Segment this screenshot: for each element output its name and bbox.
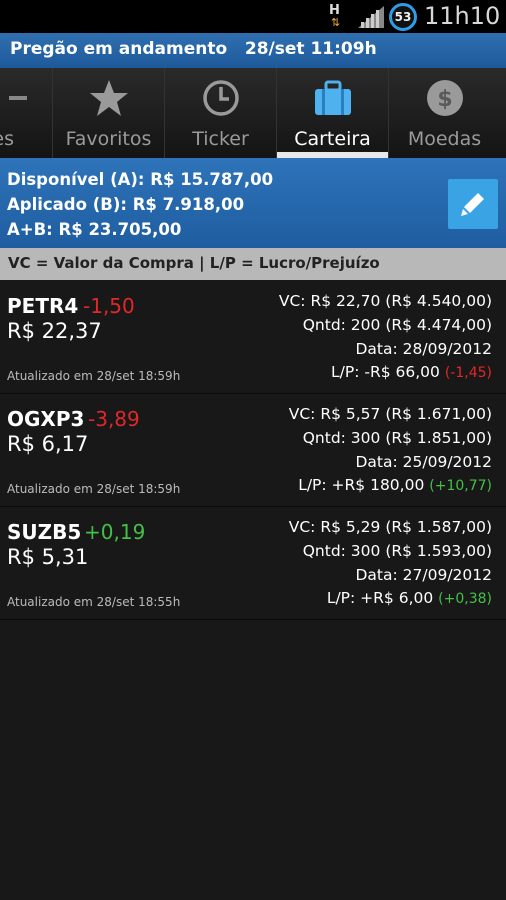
tab-label: Carteira xyxy=(294,128,371,150)
legend-bar: VC = Valor da Compra | L/P = Lucro/Preju… xyxy=(0,248,506,280)
profit-loss-value: L/P: -R$ 66,00 xyxy=(331,363,440,381)
purchase-date: Data: 28/09/2012 xyxy=(355,340,493,358)
tab-ticker[interactable]: Ticker xyxy=(164,68,276,158)
purchase-date: Data: 25/09/2012 xyxy=(355,453,493,471)
profit-loss: L/P: +R$ 180,00 (+10,77) xyxy=(298,476,492,494)
profit-loss: L/P: +R$ 6,00 (+0,38) xyxy=(327,589,492,607)
data-activity-icon: ⇅ xyxy=(331,16,340,29)
quantity: Qntd: 300 (R$ 1.851,00) xyxy=(302,429,492,447)
purchase-date: Data: 27/09/2012 xyxy=(355,566,493,584)
tab-bar: es Favoritos Ticker Carteira $ Moedas xyxy=(0,68,506,158)
profit-loss-percent: (-1,45) xyxy=(444,365,492,381)
purchase-value: VC: R$ 5,57 (R$ 1.671,00) xyxy=(288,405,492,423)
tab-carteira[interactable]: Carteira xyxy=(276,68,388,158)
stock-change: -1,50 xyxy=(83,294,135,318)
pencil-icon xyxy=(461,193,484,216)
total-amount: A+B: R$ 23.705,00 xyxy=(7,220,182,239)
profit-loss: L/P: -R$ 66,00 (-1,45) xyxy=(331,363,492,381)
updated-time: Atualizado em 28/set 18:55h xyxy=(7,595,181,609)
quantity: Qntd: 200 (R$ 4.474,00) xyxy=(302,316,492,334)
clock-time: 11h10 xyxy=(424,2,501,30)
tab-label: Ticker xyxy=(192,128,249,150)
tab-favoritos[interactable]: Favoritos xyxy=(52,68,164,158)
profit-loss-value: L/P: +R$ 180,00 xyxy=(298,476,425,494)
updated-time: Atualizado em 28/set 18:59h xyxy=(7,482,181,496)
tab-moedas[interactable]: $ Moedas xyxy=(388,68,500,158)
cut-off-icon xyxy=(9,96,27,100)
quantity: Qntd: 300 (R$ 1.593,00) xyxy=(302,542,492,560)
tab-label: es xyxy=(0,128,14,150)
star-icon xyxy=(90,80,128,116)
edit-button[interactable] xyxy=(448,179,498,229)
available-amount: Disponível (A): R$ 15.787,00 xyxy=(7,170,274,189)
stock-symbol: OGXP3 xyxy=(7,407,85,431)
briefcase-icon xyxy=(315,80,351,115)
legend-text: VC = Valor da Compra | L/P = Lucro/Preju… xyxy=(8,254,380,272)
purchase-value: VC: R$ 5,29 (R$ 1.587,00) xyxy=(288,518,492,536)
signal-icon xyxy=(358,6,384,28)
updated-time: Atualizado em 28/set 18:59h xyxy=(7,369,181,383)
purchase-value: VC: R$ 22,70 (R$ 4.540,00) xyxy=(278,292,492,310)
list-item[interactable]: OGXP3 -3,89 R$ 6,17 Atualizado em 28/set… xyxy=(0,394,506,507)
tab-label: Moedas xyxy=(407,128,482,150)
list-item[interactable]: SUZB5 +0,19 R$ 5,31 Atualizado em 28/set… xyxy=(0,507,506,620)
profit-loss-percent: (+10,77) xyxy=(429,478,492,494)
dollar-coin-icon: $ xyxy=(427,80,463,116)
stock-symbol: SUZB5 xyxy=(7,520,82,544)
battery-level: 53 xyxy=(394,10,412,24)
status-bar: H ⇅ 53 11h10 xyxy=(0,0,506,33)
clock-icon xyxy=(203,80,239,116)
stock-price: R$ 22,37 xyxy=(7,319,102,343)
profit-loss-value: L/P: +R$ 6,00 xyxy=(326,589,434,607)
svg-text:$: $ xyxy=(437,87,452,112)
session-header: Pregão em andamento 28/set 11:09h xyxy=(0,33,506,68)
profit-loss-percent: (+0,38) xyxy=(438,591,492,607)
invested-amount: Aplicado (B): R$ 7.918,00 xyxy=(7,195,245,214)
battery-icon: 53 xyxy=(389,3,417,31)
stock-change: -3,89 xyxy=(88,407,140,431)
stock-change: +0,19 xyxy=(84,520,146,544)
session-status-text: Pregão em andamento 28/set 11:09h xyxy=(10,39,377,59)
stock-price: R$ 6,17 xyxy=(7,432,89,456)
stock-price: R$ 5,31 xyxy=(7,545,89,569)
tab-label: Favoritos xyxy=(65,128,152,150)
portfolio-summary: Disponível (A): R$ 15.787,00 Aplicado (B… xyxy=(0,158,506,248)
list-item[interactable]: PETR4 -1,50 R$ 22,37 Atualizado em 28/se… xyxy=(0,281,506,394)
tab-cut-off[interactable]: es xyxy=(0,68,50,158)
stock-symbol: PETR4 xyxy=(7,294,79,318)
